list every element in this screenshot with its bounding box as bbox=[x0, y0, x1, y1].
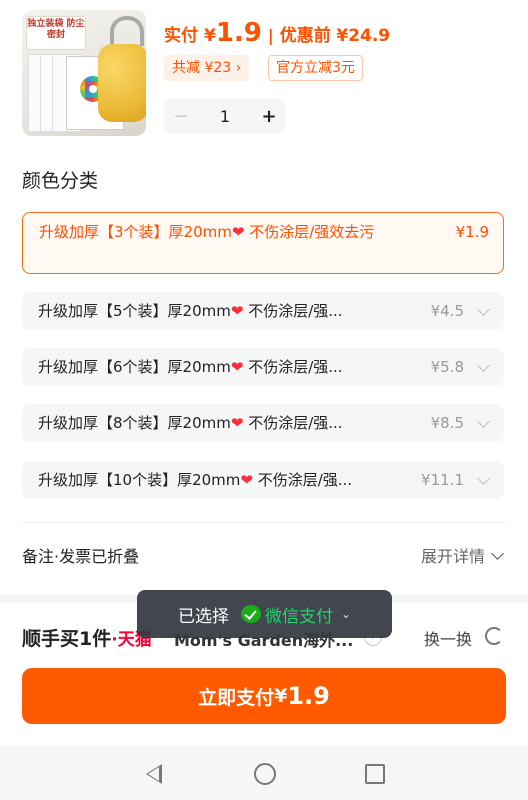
product-sponge bbox=[98, 44, 146, 122]
variant-name: 升级加厚【6个装】厚20mm❤ 不伤涂层/强... bbox=[38, 358, 343, 376]
product-faucet bbox=[110, 16, 144, 46]
variant-price: ¥5.8 bbox=[430, 358, 464, 376]
price-currency: ¥ bbox=[204, 26, 216, 46]
pay-now-currency: ¥ bbox=[274, 685, 288, 707]
chevron-right-icon: › bbox=[235, 60, 242, 76]
pay-now-button[interactable]: 立即支付 ¥1.9 bbox=[22, 668, 506, 724]
recent-apps-icon[interactable] bbox=[365, 764, 385, 784]
price-label: 实付 bbox=[164, 26, 198, 46]
chevron-down-icon[interactable] bbox=[477, 303, 490, 316]
original-price: ¥24.9 bbox=[336, 26, 391, 46]
variant-option[interactable]: 升级加厚【6个装】厚20mm❤ 不伤涂层/强... ¥5.8 bbox=[22, 348, 504, 386]
variant-price: ¥1.9 bbox=[455, 223, 489, 241]
original-label: 优惠前 bbox=[279, 26, 331, 46]
quantity-stepper: − 1 + bbox=[164, 99, 286, 133]
pay-now-label: 立即支付 bbox=[198, 686, 275, 709]
pay-now-amount: 1.9 bbox=[287, 682, 330, 710]
price-separator: | bbox=[267, 26, 274, 45]
chevron-down-icon[interactable] bbox=[477, 359, 490, 372]
expand-details-button[interactable]: 展开详情 bbox=[420, 543, 504, 567]
variant-price: ¥8.5 bbox=[430, 414, 464, 432]
wechat-pay-icon bbox=[240, 605, 261, 623]
variant-name: 升级加厚【5个装】厚20mm❤ 不伤涂层/强... bbox=[38, 302, 343, 320]
variant-price: ¥4.5 bbox=[430, 302, 464, 320]
variant-option[interactable]: 升级加厚【5个装】厚20mm❤ 不伤涂层/强... ¥4.5 bbox=[22, 292, 504, 330]
heart-icon: ❤ bbox=[230, 302, 244, 320]
increase-button[interactable]: + bbox=[252, 106, 286, 127]
home-icon[interactable] bbox=[254, 763, 276, 785]
heart-icon: ❤ bbox=[230, 358, 244, 376]
price-line: 实付 ¥1.9 | 优惠前 ¥24.9 bbox=[164, 18, 390, 48]
divider bbox=[22, 522, 506, 523]
swap-button[interactable]: 换一换 bbox=[424, 626, 472, 650]
discount-tag-label: 共减 ¥23 bbox=[172, 60, 232, 76]
product-image-badge: 独立装袋 防尘密封 bbox=[26, 16, 86, 50]
remark-invoice-label: 备注·发票已折叠 bbox=[22, 547, 140, 566]
quantity-value[interactable]: 1 bbox=[198, 107, 252, 126]
double-chevron-down-icon: ⌄ bbox=[340, 607, 352, 621]
chevron-down-icon[interactable] bbox=[477, 472, 490, 485]
payment-method-label: 微信支付 bbox=[264, 606, 333, 627]
variant-option[interactable]: 升级加厚【10个装】厚20mm❤ 不伤涂层/强... ¥11.1 bbox=[22, 461, 504, 499]
variant-option[interactable]: 升级加厚【8个装】厚20mm❤ 不伤涂层/强... ¥8.5 bbox=[22, 404, 504, 442]
chevron-down-icon bbox=[491, 547, 504, 560]
discount-tag[interactable]: 共减 ¥23 › bbox=[164, 55, 250, 81]
heart-icon: ❤ bbox=[240, 471, 253, 489]
decrease-button[interactable]: − bbox=[164, 106, 198, 127]
heart-icon: ❤ bbox=[231, 223, 245, 241]
variant-option-selected[interactable]: 升级加厚【3个装】厚20mm❤ 不伤涂层/强效去污 ¥1.9 bbox=[22, 212, 504, 274]
price-amount: 1.9 bbox=[215, 18, 262, 48]
expand-details-label: 展开详情 bbox=[420, 547, 485, 566]
variant-price: ¥11.1 bbox=[421, 471, 464, 489]
variant-name: 升级加厚【10个装】厚20mm❤ 不伤涂层/强... bbox=[38, 471, 353, 489]
chevron-down-icon[interactable] bbox=[477, 415, 490, 428]
toast-selected-label: 已选择 bbox=[177, 606, 229, 627]
brand-name: 顺手买1件 bbox=[22, 628, 112, 650]
product-image[interactable]: 独立装袋 防尘密封 bbox=[22, 10, 146, 136]
brand-label: 顺手买1件·天猫 bbox=[22, 624, 152, 651]
heart-icon: ❤ bbox=[230, 414, 244, 432]
variant-name: 升级加厚【8个装】厚20mm❤ 不伤涂层/强... bbox=[38, 414, 343, 432]
variant-section-title: 颜色分类 bbox=[22, 170, 99, 192]
official-discount-tag: 官方立减3元 bbox=[268, 55, 363, 81]
back-icon[interactable] bbox=[146, 764, 162, 784]
payment-method-toast[interactable]: 已选择 微信支付 ⌄ bbox=[137, 590, 392, 638]
refresh-icon[interactable] bbox=[485, 627, 503, 645]
variant-name: 升级加厚【3个装】厚20mm❤ 不伤涂层/强效去污 bbox=[39, 223, 375, 241]
